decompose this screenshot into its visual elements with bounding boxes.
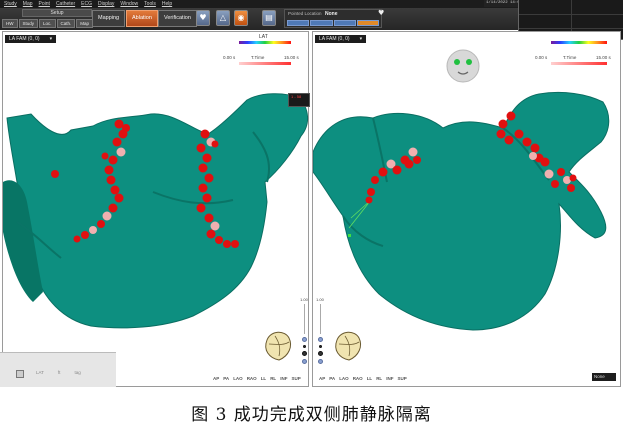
tab-map[interactable]: Map	[76, 19, 94, 28]
tab-ablation[interactable]: Ablation	[126, 10, 158, 27]
menu-window[interactable]: Window	[120, 0, 138, 8]
point-control-1[interactable]	[287, 20, 310, 26]
point-count-box: 1 - 58	[288, 93, 310, 107]
rotate-down-left[interactable]	[301, 351, 307, 356]
opacity-scale-left: 1.00	[299, 297, 309, 364]
map-viewport-left[interactable]: LA FAM (0, 0) ▾ LAT 0.00 s T.Time 15.00 …	[2, 31, 310, 387]
point-control-4[interactable]	[356, 20, 379, 26]
menu-ecg[interactable]: ECG	[81, 0, 92, 8]
zoom-button-right[interactable]	[317, 359, 323, 364]
heart-icon: ♥	[199, 13, 207, 22]
view-buttons-right: AP PA LAO RAO LL RL INF SUP	[319, 376, 407, 381]
view-sup-left[interactable]: SUP	[291, 376, 300, 381]
menu-tools[interactable]: Tools	[144, 0, 156, 8]
view-lao-left[interactable]: LAO	[233, 376, 243, 381]
view-buttons-left: AP PA LAO RAO LL RL INF SUP	[213, 376, 301, 381]
bl-tag: tag	[74, 370, 81, 375]
tab-verification[interactable]: Verification	[158, 10, 197, 27]
point-control-2[interactable]	[310, 20, 333, 26]
point-control-3[interactable]	[333, 20, 356, 26]
record-button[interactable]: ◉	[234, 10, 248, 26]
tab-mapping[interactable]: Mapping	[92, 10, 126, 27]
view-ap-left[interactable]: AP	[213, 376, 219, 381]
record-icon: ◉	[237, 13, 245, 22]
bl-lat: LAT	[36, 370, 44, 375]
map-viewport-right[interactable]: LA FAM (0, 0) ▾ 0.00 s T.Time 15.00 s 1.…	[312, 31, 621, 387]
view-lao-right[interactable]: LAO	[339, 376, 349, 381]
tab-study[interactable]: Study	[18, 19, 39, 28]
view-rao-right[interactable]: RAO	[353, 376, 363, 381]
view-rao-left[interactable]: RAO	[247, 376, 257, 381]
menu-help[interactable]: Help	[162, 0, 172, 8]
view-pa-right[interactable]: PA	[329, 376, 335, 381]
menu-point[interactable]: Point	[39, 0, 50, 8]
tab-cath[interactable]: Cath.	[56, 19, 76, 28]
scale-handle-left[interactable]	[301, 337, 307, 342]
bl-ft: ft	[57, 370, 61, 375]
menu-display[interactable]: Display	[98, 0, 114, 8]
pointed-location-controls	[287, 20, 379, 26]
rotate-down-right[interactable]	[317, 351, 323, 356]
navigation-button[interactable]: △	[216, 10, 230, 26]
comment-icon: ▤	[265, 13, 273, 22]
pointed-location-label: Pointed Location	[288, 11, 322, 16]
view-rl-right[interactable]: RL	[376, 376, 382, 381]
view-ll-right[interactable]: LL	[367, 376, 373, 381]
pointed-location-value: None	[325, 11, 338, 17]
view-ap-right[interactable]: AP	[319, 376, 325, 381]
view-inf-right[interactable]: INF	[386, 376, 393, 381]
figure-caption: 图 3 成功完成双侧肺静脉隔离	[191, 405, 432, 425]
view-sup-right[interactable]: SUP	[397, 376, 406, 381]
opacity-scale-right: 1.00	[315, 297, 325, 364]
scale-max-right: 1.00	[316, 297, 324, 302]
scale-handle-right[interactable]	[317, 337, 323, 342]
menu-map[interactable]: Map	[23, 0, 33, 8]
menu-study[interactable]: Study	[4, 0, 17, 8]
tab-hw[interactable]: HW	[2, 19, 18, 28]
scale-max-left: 1.00	[300, 297, 308, 302]
pointed-location-panel: Pointed Location None	[284, 9, 382, 28]
menu-catheter[interactable]: Catheter	[56, 0, 75, 8]
heart-rate-icon: ♥	[378, 9, 385, 17]
view-ll-left[interactable]: LL	[261, 376, 267, 381]
display-mode-select[interactable]: None	[592, 373, 616, 381]
heart-view-button[interactable]: ♥	[196, 10, 210, 26]
triangle-icon: △	[219, 13, 227, 22]
setup-group-label: Setup	[22, 9, 92, 17]
heart-orientation-icon-right	[335, 331, 362, 361]
comment-button[interactable]: ▤	[262, 10, 276, 26]
view-rl-left[interactable]: RL	[270, 376, 276, 381]
setup-subtabs: HW Study Loc. Cath. Map	[2, 19, 94, 28]
zoom-button-left[interactable]	[301, 359, 307, 364]
view-pa-left[interactable]: PA	[223, 376, 229, 381]
heart-orientation-icon-left	[265, 331, 292, 361]
tab-loc[interactable]: Loc.	[39, 19, 56, 28]
panel-toggle-icon[interactable]	[16, 370, 24, 378]
view-inf-left[interactable]: INF	[280, 376, 287, 381]
